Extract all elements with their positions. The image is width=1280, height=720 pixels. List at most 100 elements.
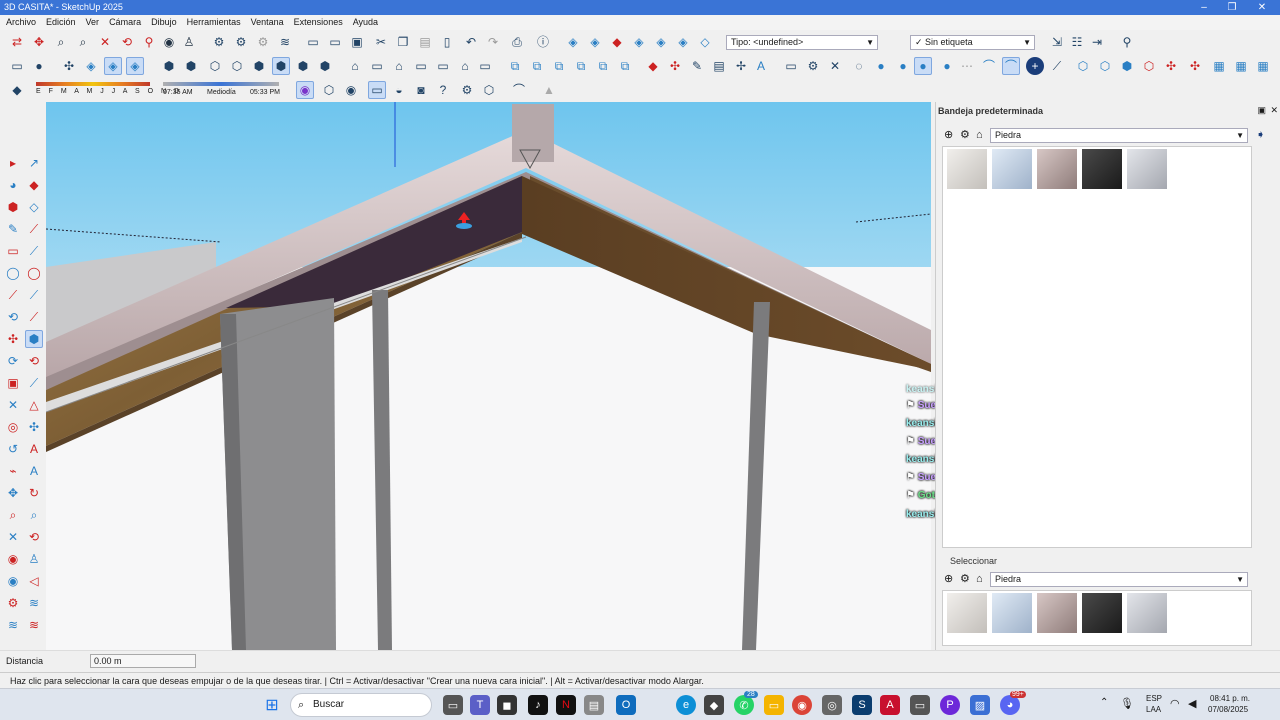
cut-icon[interactable]: ✂ (372, 33, 390, 51)
left-tool-icon[interactable]: ⚙ (4, 594, 22, 612)
left-tool-icon[interactable]: ↻ (25, 484, 43, 502)
task-view-icon[interactable]: ▭ (443, 695, 463, 715)
material-swatch-2[interactable] (992, 593, 1032, 633)
left-tool-icon[interactable]: ◕ (4, 176, 22, 194)
explode-icon[interactable]: ⧉ (550, 57, 568, 75)
profile-icon[interactable]: ◉ (296, 81, 314, 99)
create-material-icon[interactable]: ⊕ (944, 572, 953, 587)
measure-icon[interactable]: ⟋ (1048, 57, 1066, 75)
menu-archivo[interactable]: Archivo (0, 15, 40, 30)
terrain-2-icon[interactable]: ▦ (1232, 57, 1250, 75)
view-bottom-icon[interactable]: ▭ (476, 57, 494, 75)
group-icon[interactable]: ⧉ (528, 57, 546, 75)
solid-intersect-icon[interactable]: ⬡ (1096, 57, 1114, 75)
left-tool-icon[interactable]: ⬢ (25, 330, 43, 348)
tag-tool-icon[interactable]: ⇲ (1048, 33, 1066, 51)
left-tool-icon[interactable]: ◯ (4, 264, 22, 282)
geo-location-icon[interactable]: ⚲ (1118, 33, 1136, 51)
left-tool-icon[interactable]: ▣ (4, 374, 22, 392)
material-settings-icon[interactable]: ⚙ (960, 572, 970, 587)
taskbar-search[interactable]: ⌕ Buscar (290, 693, 432, 717)
look-around-icon[interactable]: ◉ (160, 33, 178, 51)
section-cut-icon[interactable]: ⚙ (254, 33, 272, 51)
model-viewport[interactable] (46, 102, 931, 650)
left-tool-icon[interactable]: ▸ (4, 154, 22, 172)
material-settings-icon[interactable]: ⚙ (960, 128, 970, 143)
shaded-textures-icon[interactable]: ⬡ (206, 57, 224, 75)
xray-icon[interactable]: ◈ (82, 57, 100, 75)
view-back-icon[interactable]: ▭ (434, 57, 452, 75)
camera-top-icon[interactable]: ◈ (586, 33, 604, 51)
question-icon[interactable]: ? (434, 81, 452, 99)
save-icon[interactable]: ▣ (348, 33, 366, 51)
back-edges-icon[interactable]: ◈ (104, 57, 122, 75)
axes-tool-icon[interactable]: ✢ (732, 57, 750, 75)
menu-ver[interactable]: Ver (80, 15, 104, 30)
outlook-icon[interactable]: O (616, 695, 636, 715)
material-swatch-2[interactable] (992, 149, 1032, 189)
arch-icon[interactable]: ⌒ (510, 81, 528, 99)
make-unique-icon[interactable]: ⧉ (572, 57, 590, 75)
style-mono-icon[interactable]: ⬢ (294, 57, 312, 75)
clock-date[interactable]: 07/08/2025 (1208, 705, 1248, 714)
left-tool-icon[interactable]: ⟲ (25, 352, 43, 370)
photos-icon[interactable]: ▨ (970, 695, 990, 715)
material-library-dropdown[interactable]: Piedra ▼ (990, 128, 1248, 143)
pin-icon[interactable]: ▣ (1257, 105, 1266, 116)
gear-settings-icon[interactable]: ⚙ (458, 81, 476, 99)
autocad-icon[interactable]: A (880, 695, 900, 715)
left-tool-icon[interactable]: ♙ (25, 550, 43, 568)
view-front-icon[interactable]: ⌂ (390, 57, 408, 75)
left-tool-icon[interactable]: ⟋ (25, 286, 43, 304)
section-display-icon[interactable]: ⚙ (232, 33, 250, 51)
material-swatch-4[interactable] (1082, 593, 1122, 633)
left-tool-icon[interactable]: ✥ (4, 484, 22, 502)
walk-icon[interactable]: ♙ (180, 33, 198, 51)
shadow-month-slider[interactable] (36, 82, 150, 86)
terrain-icon[interactable]: ▦ (1210, 57, 1228, 75)
zoom-extents-icon[interactable]: ✕ (96, 33, 114, 51)
stamp-icon[interactable]: ✎ (688, 57, 706, 75)
details-arrow-icon[interactable]: ➧ (1256, 128, 1265, 143)
sketchup-icon[interactable]: S (852, 695, 872, 715)
left-tool-icon[interactable]: A (25, 440, 43, 458)
microphone-icon[interactable]: 🎙 (1120, 697, 1134, 710)
zoom-icon[interactable]: ⌕ (52, 33, 70, 51)
windows-start-icon[interactable]: ⊞ (262, 695, 282, 715)
undo-icon[interactable]: ↶ (462, 33, 480, 51)
menu-dibujo[interactable]: Dibujo (145, 15, 181, 30)
component-icon[interactable]: ⧉ (506, 57, 524, 75)
create-material-icon[interactable]: ⊕ (944, 128, 953, 143)
menu-ventana[interactable]: Ventana (245, 15, 288, 30)
left-tool-icon[interactable]: ◯ (25, 264, 43, 282)
left-tool-icon[interactable]: ⟲ (4, 308, 22, 326)
close-icon[interactable]: ✕ (1248, 0, 1276, 15)
view-iso-icon[interactable]: ⌂ (346, 57, 364, 75)
menu-ayuda[interactable]: Ayuda (347, 15, 382, 30)
section-fill-icon[interactable]: ≋ (276, 33, 294, 51)
video-icon[interactable]: ▭ (368, 81, 386, 99)
solid-union-icon[interactable]: ⬡ (1074, 57, 1092, 75)
camera-front-icon[interactable]: ◆ (608, 33, 626, 51)
left-tool-icon[interactable]: ⟋ (25, 220, 43, 238)
add-icon[interactable]: + (1026, 57, 1044, 75)
menu-edicion[interactable]: Edición (40, 15, 80, 30)
car-icon[interactable]: ◒ (390, 81, 408, 99)
left-tool-icon[interactable]: ↺ (4, 440, 22, 458)
zoom-window-icon[interactable]: ⌕ (74, 33, 92, 51)
shadow-toggle-icon[interactable]: ◆ (8, 81, 26, 99)
left-tool-icon[interactable]: ⬢ (4, 198, 22, 216)
previous-view-icon[interactable]: ⟲ (118, 33, 136, 51)
material-swatch-4[interactable] (1082, 149, 1122, 189)
wireframe-icon[interactable]: ◈ (126, 57, 144, 75)
section-plane-icon[interactable]: ⚙ (210, 33, 228, 51)
folder-icon[interactable]: ▭ (782, 57, 800, 75)
material-library-dropdown-2[interactable]: Piedra ▼ (990, 572, 1248, 587)
sample-icon[interactable]: ⋯ (958, 57, 976, 75)
tag-list-icon[interactable]: ☷ (1068, 33, 1086, 51)
solid-trim-icon[interactable]: ⬡ (1140, 57, 1158, 75)
left-tool-icon[interactable]: ◉ (4, 550, 22, 568)
tiktok-icon[interactable]: ♪ (528, 695, 548, 715)
shadow-time-slider[interactable] (163, 82, 279, 86)
wifi-icon[interactable]: ◠ (1170, 697, 1180, 710)
